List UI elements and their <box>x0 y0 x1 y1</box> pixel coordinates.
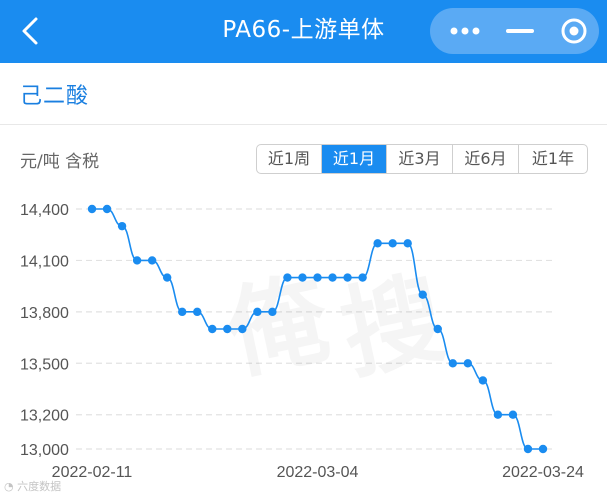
y-axis-ticks: 14,400 14,100 13,800 13,500 13,200 13,000 <box>20 202 69 459</box>
data-point[interactable] <box>238 324 247 334</box>
close-button[interactable] <box>554 8 594 54</box>
y-tick-label: 13,500 <box>20 356 69 373</box>
section-title: 己二酸 <box>20 84 90 109</box>
more-dots-icon <box>450 27 480 35</box>
data-point[interactable] <box>403 239 412 248</box>
tab-3-months[interactable]: 近3月 <box>387 145 453 173</box>
data-point[interactable] <box>328 273 337 282</box>
minimize-button[interactable] <box>502 8 538 54</box>
unit-label: 元/吨 含税 <box>20 152 100 172</box>
data-point[interactable] <box>493 410 503 419</box>
mini-program-capsule <box>430 8 599 54</box>
y-tick-label: 14,400 <box>20 202 69 219</box>
y-tick-label: 13,200 <box>20 408 69 425</box>
more-button[interactable] <box>444 8 484 54</box>
data-point[interactable] <box>268 307 277 317</box>
data-point[interactable] <box>523 444 533 454</box>
data-point[interactable] <box>102 204 112 214</box>
data-point[interactable] <box>508 410 518 419</box>
y-tick-label: 13,000 <box>20 442 69 459</box>
data-point[interactable] <box>538 444 548 454</box>
data-point[interactable] <box>388 239 397 248</box>
data-point[interactable] <box>478 376 488 385</box>
data-point[interactable] <box>448 359 457 368</box>
data-point[interactable] <box>463 359 473 368</box>
data-point[interactable] <box>433 324 442 334</box>
data-point[interactable] <box>147 256 157 265</box>
footer-logo-text: 六度数据 <box>17 480 62 493</box>
target-close-icon <box>561 18 587 44</box>
data-point[interactable] <box>87 204 97 214</box>
y-tick-label: 14,100 <box>20 253 69 270</box>
x-axis-ticks: 2022-02-11 2022-03-04 2022-03-24 <box>52 464 584 480</box>
minimize-icon <box>506 29 534 33</box>
price-line-chart: 俺搜 14,40014,10013,80013,50013,20013,000 … <box>20 202 584 480</box>
x-tick-label: 2022-03-04 <box>277 464 359 480</box>
data-point[interactable] <box>313 273 322 282</box>
data-point[interactable] <box>117 221 127 231</box>
tab-1-month[interactable]: 近1月 <box>322 145 387 173</box>
section-divider <box>0 124 607 125</box>
data-point[interactable] <box>418 290 427 299</box>
x-tick-label: 2022-02-11 <box>52 464 133 480</box>
data-point[interactable] <box>283 273 292 282</box>
y-tick-label: 13,800 <box>20 305 69 322</box>
data-point[interactable] <box>162 273 172 282</box>
data-point[interactable] <box>193 307 202 317</box>
data-point[interactable] <box>358 273 367 282</box>
data-point[interactable] <box>298 273 307 282</box>
data-point[interactable] <box>223 324 232 334</box>
data-point[interactable] <box>343 273 352 282</box>
tab-1-week[interactable]: 近1周 <box>257 145 322 173</box>
data-point[interactable] <box>178 307 187 317</box>
data-point[interactable] <box>373 239 382 248</box>
data-point[interactable] <box>253 307 262 317</box>
footer-logo: ◔ 六度数据 <box>4 478 61 494</box>
tab-1-year[interactable]: 近1年 <box>519 145 587 173</box>
period-tabs: 近1周 近1月 近3月 近6月 近1年 <box>256 144 588 174</box>
tab-6-months[interactable]: 近6月 <box>453 145 519 173</box>
top-navigation-bar: PA66-上游单体 <box>0 0 607 63</box>
x-tick-label: 2022-03-24 <box>502 464 584 480</box>
logo-mark-icon: ◔ <box>4 480 14 493</box>
data-point[interactable] <box>132 256 142 265</box>
data-point[interactable] <box>208 324 217 334</box>
